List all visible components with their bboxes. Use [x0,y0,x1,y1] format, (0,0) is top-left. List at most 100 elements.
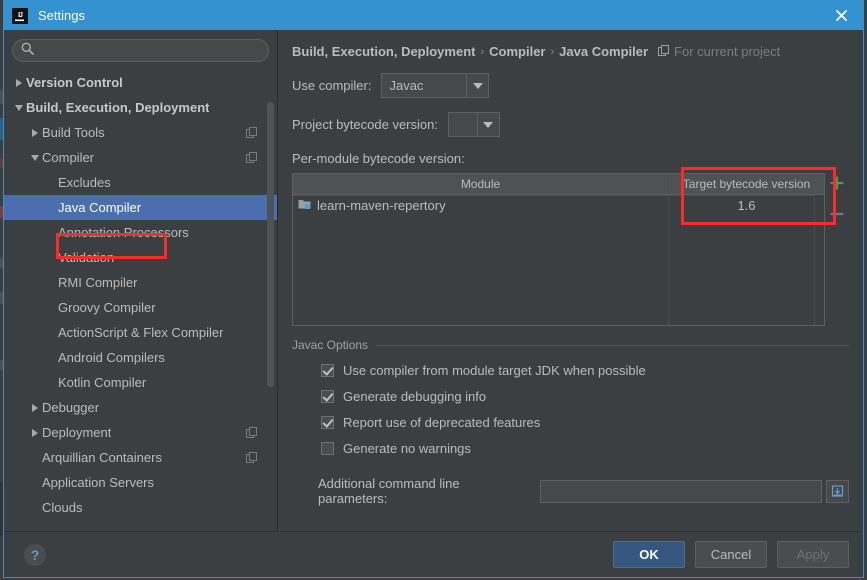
per-module-label: Per-module bytecode version: [292,151,465,166]
table-header-target[interactable]: Target bytecode version [669,174,824,194]
settings-sidebar: Version Control Build, Execution, Deploym… [4,30,278,531]
chevron-down-icon[interactable] [28,145,42,170]
scope-label: For current project [674,44,781,59]
sidebar-scrollbar[interactable] [267,102,274,387]
search-box[interactable] [12,39,269,62]
sidebar-item-label: Debugger [42,400,100,415]
checkbox-indicator[interactable] [321,416,334,429]
chevron-right-icon[interactable] [28,395,42,420]
sidebar-item-label: Build, Execution, Deployment [26,100,210,115]
sidebar-item-rmi-compiler[interactable]: RMI Compiler [4,270,277,295]
ok-button[interactable]: OK [613,541,685,568]
sidebar-item-build-tools[interactable]: Build Tools [4,120,277,145]
sidebar-item-annotation-processors[interactable]: Annotation Processors [4,220,277,245]
dialog-titlebar: IJ Settings [4,1,863,30]
sidebar-item-application-servers[interactable]: Application Servers [4,470,277,495]
sidebar-item-compiler[interactable]: Compiler [4,145,277,170]
sidebar-item-actionscript-flex-compiler[interactable]: ActionScript & Flex Compiler [4,320,277,345]
chevron-right-icon[interactable] [28,120,42,145]
table-cell-module: learn-maven-repertory [293,198,669,213]
sidebar-item-label: Arquillian Containers [42,450,162,465]
table-scrollbar[interactable] [814,195,824,325]
search-input[interactable] [40,42,260,59]
twisty-placeholder [28,470,42,495]
checkbox-indicator[interactable] [321,442,334,455]
javac-options-title-row: Javac Options [292,338,849,352]
chevron-right-icon[interactable] [28,420,42,445]
cancel-button[interactable]: Cancel [695,541,767,568]
table-cell-target-bytecode[interactable]: 1.6 [669,198,824,213]
additional-params-input[interactable] [540,479,823,503]
project-bytecode-select[interactable] [447,112,500,137]
breadcrumb-part-3[interactable]: Java Compiler [559,44,648,59]
checkbox-label: Generate no warnings [343,441,471,456]
use-compiler-label: Use compiler: [292,78,372,93]
dialog-body: Version Control Build, Execution, Deploym… [4,30,863,531]
chevron-down-icon[interactable] [466,74,488,97]
copy-scope-icon [246,426,257,441]
sidebar-item-build-execution-deployment[interactable]: Build, Execution, Deployment [4,95,277,120]
checkbox-label: Report use of deprecated features [343,415,541,430]
help-icon[interactable]: ? [24,543,46,566]
sidebar-item-debugger[interactable]: Debugger [4,395,277,420]
expand-params-button[interactable] [826,479,849,503]
checkbox-report-use-of-deprecated-features[interactable]: Report use of deprecated features [321,415,849,430]
add-module-button[interactable] [830,176,844,195]
twisty-placeholder [44,295,58,320]
chevron-down-icon[interactable] [476,113,499,136]
sidebar-item-label: Validation [58,250,115,265]
apply-button[interactable]: Apply [777,541,849,568]
dialog-footer: ? OK Cancel Apply [4,531,863,577]
copy-scope-icon [658,44,670,59]
sidebar-item-deployment[interactable]: Deployment [4,420,277,445]
twisty-placeholder [44,220,58,245]
checkbox-use-compiler-from-module-target-jdk-when-possible[interactable]: Use compiler from module target JDK when… [321,363,849,378]
table-header-module[interactable]: Module [293,174,669,194]
twisty-placeholder [44,370,58,395]
use-compiler-value: Javac [389,78,424,93]
sidebar-item-label: Application Servers [42,475,154,490]
twisty-placeholder [44,195,58,220]
checkbox-generate-debugging-info[interactable]: Generate debugging info [321,389,849,404]
table-row[interactable]: learn-maven-repertory 1.6 [293,195,824,216]
breadcrumb-part-2[interactable]: Compiler [489,44,545,59]
checkbox-indicator[interactable] [321,364,334,377]
search-icon [21,42,34,60]
breadcrumb-separator-1: › [480,45,485,58]
sidebar-item-excludes[interactable]: Excludes [4,170,277,195]
sidebar-bottom-fade [4,517,277,531]
use-compiler-row: Use compiler: Javac [292,73,849,98]
sidebar-item-validation[interactable]: Validation [4,245,277,270]
checkbox-indicator[interactable] [321,390,334,403]
sidebar-item-groovy-compiler[interactable]: Groovy Compiler [4,295,277,320]
sidebar-item-label: Kotlin Compiler [58,375,147,390]
sidebar-item-label: Android Compilers [58,350,165,365]
sidebar-item-label: Java Compiler [58,200,142,215]
chevron-down-icon[interactable] [12,95,26,120]
close-icon[interactable] [819,1,863,30]
sidebar-item-label: Compiler [42,150,95,165]
sidebar-item-version-control[interactable]: Version Control [4,70,277,95]
twisty-placeholder [44,270,58,295]
table-row-separator [293,195,824,196]
breadcrumb-separator-2: › [550,45,555,58]
breadcrumb: Build, Execution, Deployment › Compiler … [292,44,849,59]
table-header-row: Module Target bytecode version [293,174,824,195]
sidebar-item-kotlin-compiler[interactable]: Kotlin Compiler [4,370,277,395]
checkbox-label: Generate debugging info [343,389,487,404]
module-icon [298,198,311,213]
intellij-logo-icon: IJ [12,7,28,24]
sidebar-item-android-compilers[interactable]: Android Compilers [4,345,277,370]
per-module-table: Module Target bytecode version learn-mav… [292,173,825,326]
settings-tree: Version Control Build, Execution, Deploym… [4,68,277,531]
remove-module-button[interactable] [830,207,844,226]
checkbox-generate-no-warnings[interactable]: Generate no warnings [321,441,849,456]
chevron-right-icon[interactable] [12,70,26,95]
breadcrumb-part-1[interactable]: Build, Execution, Deployment [292,44,475,59]
settings-dialog: IJ Settings Version Control Build, Execu… [3,0,864,578]
group-divider [376,344,849,346]
use-compiler-select[interactable]: Javac [381,73,490,98]
copy-scope-icon [246,151,257,166]
sidebar-item-arquillian-containers[interactable]: Arquillian Containers [4,445,277,470]
sidebar-item-java-compiler[interactable]: Java Compiler [4,195,277,220]
